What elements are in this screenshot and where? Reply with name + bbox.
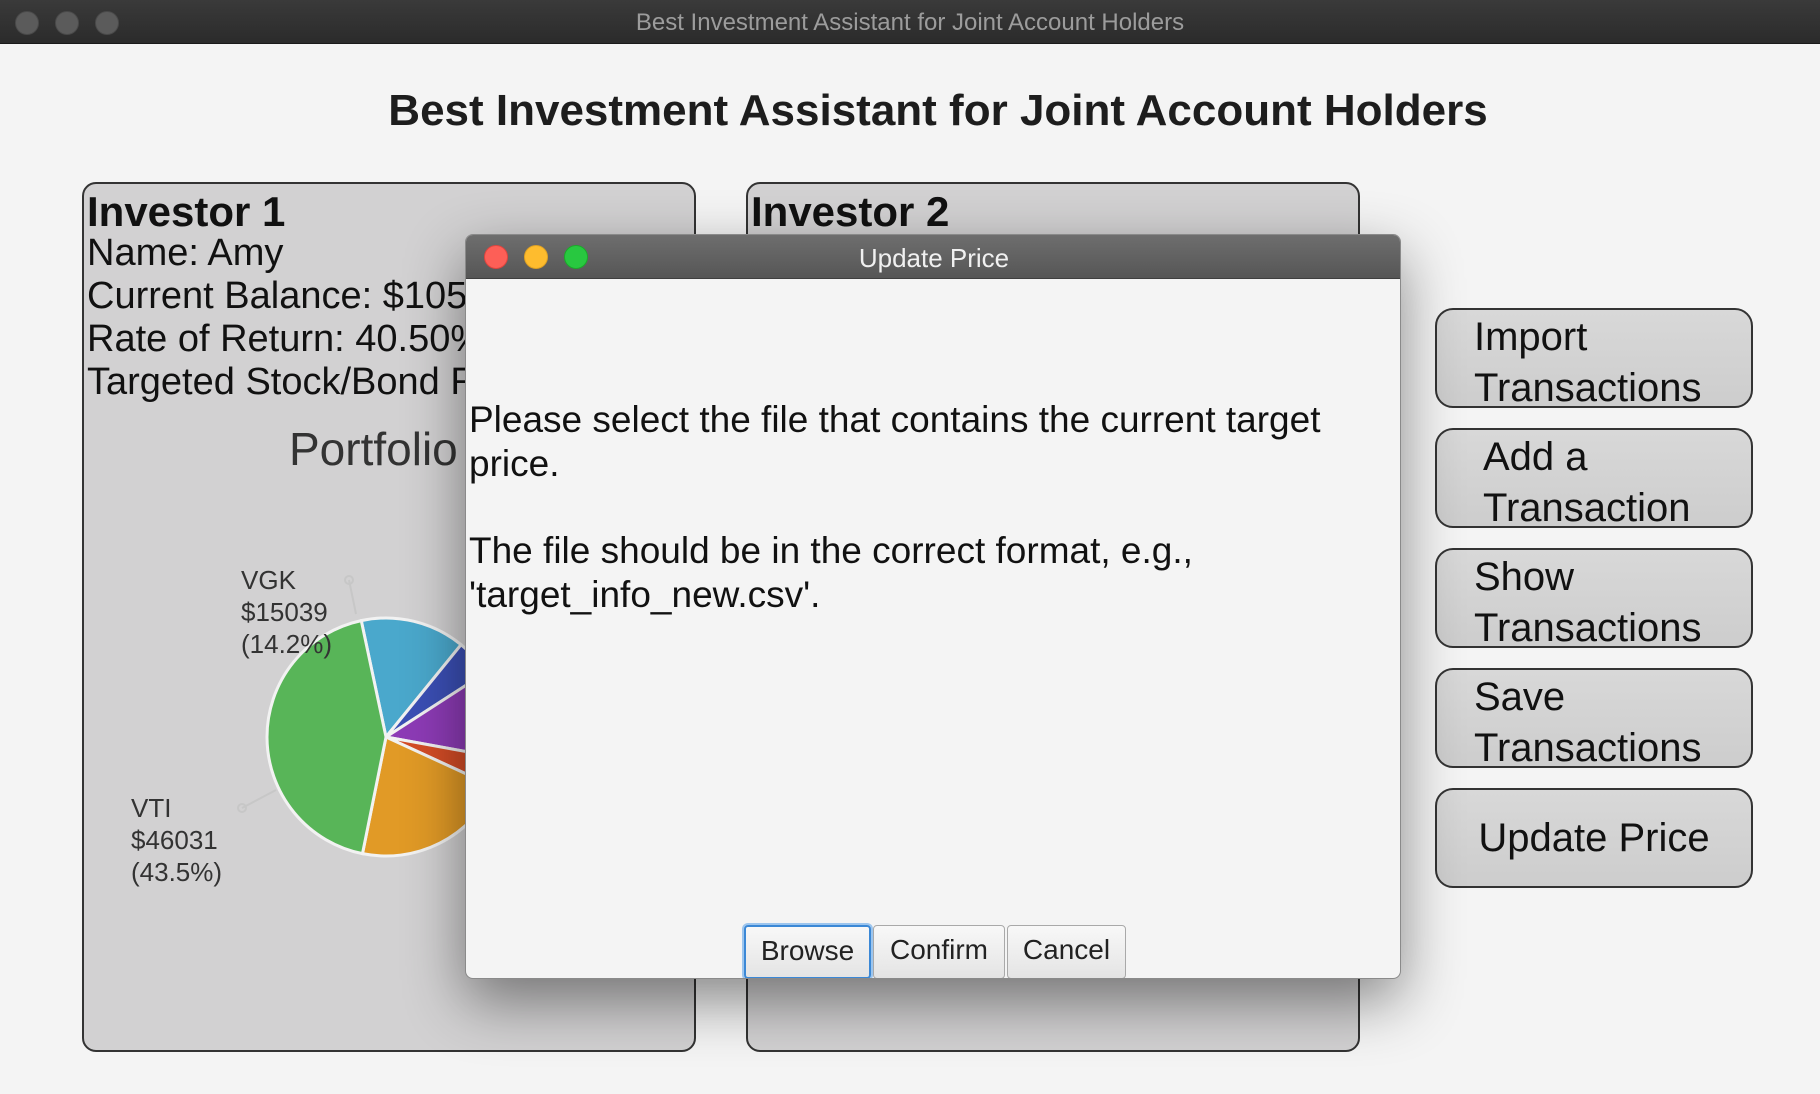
dialog-titlebar: Update Price [466, 235, 1400, 279]
dialog-message-file-format: The file should be in the correct format… [469, 530, 1193, 615]
show-transactions-label-1: Show [1474, 555, 1575, 599]
save-transactions-label-1: Save [1474, 675, 1566, 719]
vgk-ticker: VGK [241, 565, 296, 595]
window-titlebar: Best Investment Assistant for Joint Acco… [0, 0, 1820, 44]
main-window: Best Investment Assistant for Joint Acco… [0, 0, 1820, 1094]
save-transactions-button[interactable]: Save Transactions [1435, 668, 1753, 770]
import-transactions-label-2: Transactions [1474, 366, 1702, 410]
show-transactions-label-2: Transactions [1474, 606, 1702, 650]
investor-2-title: Investor 2 [751, 188, 950, 235]
vgk-leader-line [348, 579, 357, 615]
vti-leader-line [241, 789, 277, 809]
browse-button[interactable]: Browse [744, 925, 871, 978]
vti-ticker: VTI [131, 793, 172, 823]
app-heading: Best Investment Assistant for Joint Acco… [388, 86, 1488, 135]
update-price-button[interactable]: Update Price [1435, 788, 1753, 888]
save-transactions-label-2: Transactions [1474, 726, 1702, 770]
confirm-button[interactable]: Confirm [873, 925, 1005, 978]
add-transaction-label-2: Transaction [1483, 486, 1691, 530]
add-transaction-button[interactable]: Add a Transaction [1435, 428, 1753, 530]
import-transactions-label-1: Import [1474, 315, 1588, 359]
vti-slice-label: VTI $46031 (43.5%) [131, 792, 222, 888]
vti-value: $46031 [131, 825, 218, 855]
add-transaction-label-1: Add a [1483, 435, 1588, 479]
cancel-button[interactable]: Cancel [1007, 925, 1126, 978]
update-price-dialog: Update Price Please select the file that… [465, 234, 1401, 979]
vgk-slice-label: VGK $15039 (14.2%) [241, 564, 332, 660]
vgk-value: $15039 [241, 597, 328, 627]
dialog-message-select-file: Please select the file that contains the… [469, 399, 1321, 484]
dialog-title: Update Price [858, 243, 1010, 273]
show-transactions-button[interactable]: Show Transactions [1435, 548, 1753, 650]
vti-percent: (43.5%) [131, 857, 223, 887]
vgk-percent: (14.2%) [241, 629, 333, 659]
import-transactions-button[interactable]: Import Transactions [1435, 308, 1753, 410]
window-title: Best Investment Assistant for Joint Acco… [635, 9, 1185, 36]
